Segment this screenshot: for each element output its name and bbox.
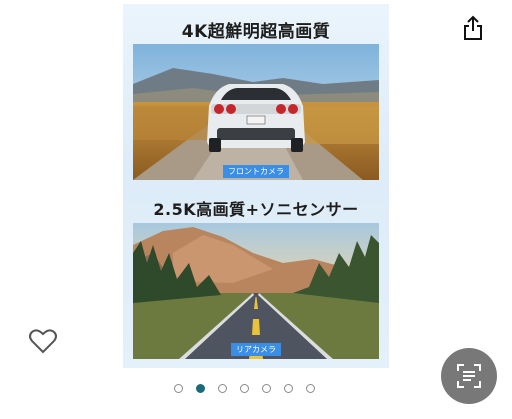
visual-search-button[interactable]	[441, 348, 497, 404]
rear-camera-headline: 2.5K高画質+ソニセンサー	[153, 200, 359, 219]
heart-icon	[29, 329, 57, 354]
front-camera-photo: フロントカメラ	[133, 44, 379, 180]
carousel-dot[interactable]	[218, 384, 227, 393]
carousel-dot[interactable]	[306, 384, 315, 393]
share-button[interactable]	[459, 13, 487, 43]
carousel-dot[interactable]	[240, 384, 249, 393]
carousel-dot-active[interactable]	[196, 384, 205, 393]
product-image-slide[interactable]: 4K超鮮明超高画質 フロントカメラ 2.5K高画質+ソニセンサー リアカメラ	[123, 4, 389, 368]
favorite-button[interactable]	[28, 327, 58, 355]
share-icon	[464, 15, 482, 40]
rear-camera-label: リアカメラ	[231, 343, 281, 356]
carousel-dot[interactable]	[262, 384, 271, 393]
carousel-dot[interactable]	[284, 384, 293, 393]
scan-icon	[457, 364, 481, 388]
rear-camera-photo: リアカメラ	[133, 223, 379, 359]
front-camera-headline: 4K超鮮明超高画質	[181, 22, 331, 42]
carousel-dot[interactable]	[174, 384, 183, 393]
carousel-pagination	[174, 384, 315, 393]
front-camera-label: フロントカメラ	[223, 165, 289, 178]
